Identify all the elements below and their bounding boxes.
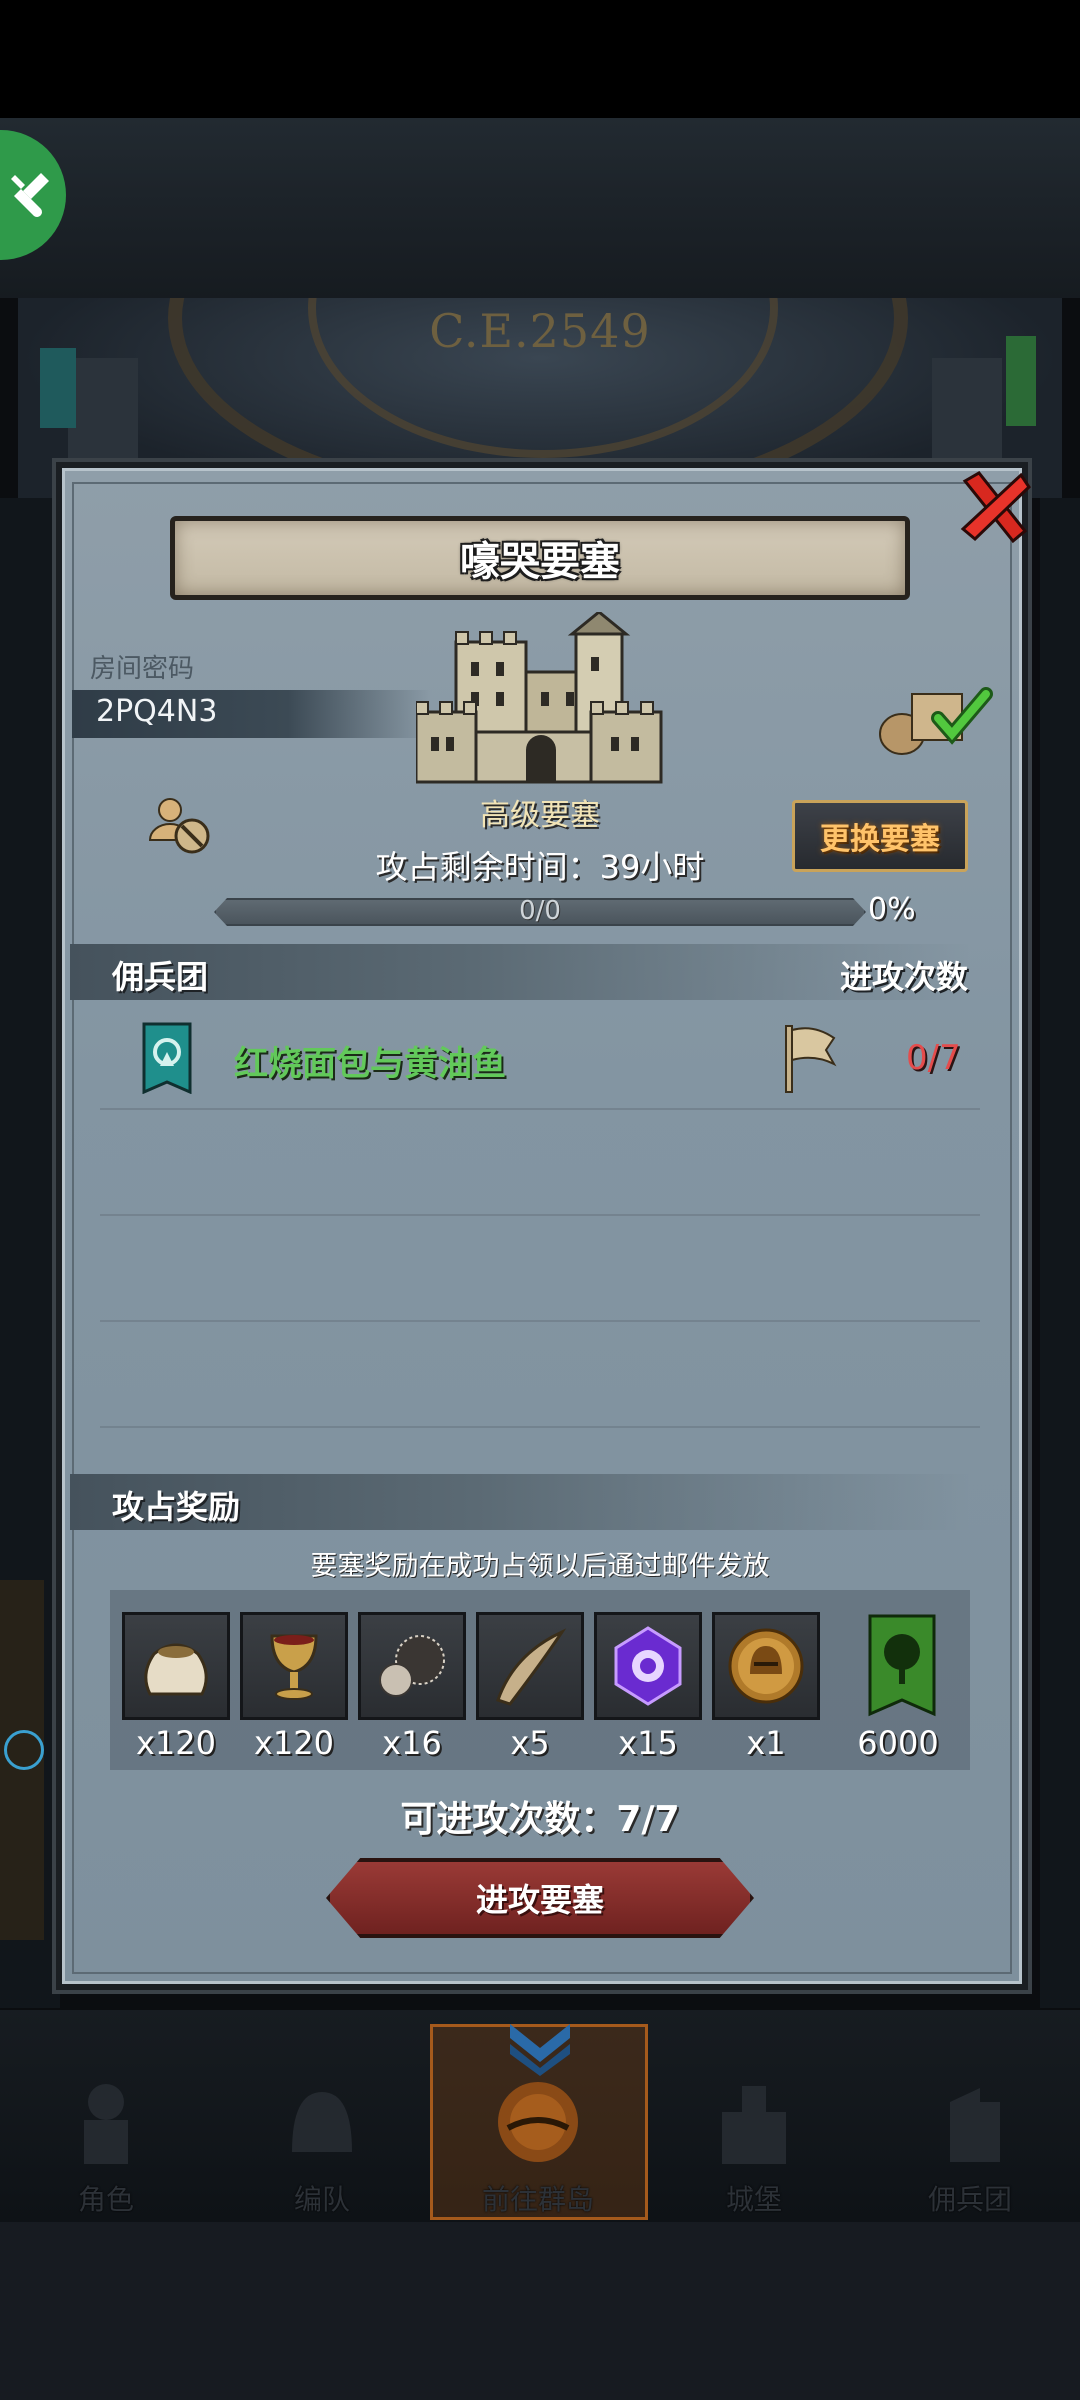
room-password-label: 房间密码 [90, 654, 195, 684]
nav-label: 角色 [77, 2183, 134, 2216]
flag-icon [785, 1025, 837, 1093]
available-attacks: 可进攻次数：7/7 [400, 1799, 680, 1840]
supply-check-icon[interactable] [874, 680, 1004, 760]
wrench-icon [11, 173, 49, 217]
reward-qty: x120 [253, 1724, 334, 1762]
knight-icon [84, 2084, 128, 2164]
attack-count-header: 进攻次数 [839, 958, 968, 996]
goblet-icon [270, 1634, 318, 1700]
era-label: C.E.2549 [429, 304, 651, 358]
mercenary-row[interactable]: 红烧面包与黄油鱼 0/7 [100, 1010, 980, 1110]
truffle-icon [379, 1635, 445, 1697]
reward-qty: x15 [618, 1724, 678, 1762]
helmet-icon [292, 2092, 352, 2152]
mercenary-attack-count: 0/7 [906, 1038, 961, 1078]
fortress-castle-icon [416, 612, 663, 784]
compass-icon [498, 2082, 578, 2162]
helmet-coin-icon [728, 1628, 804, 1704]
rewards-header: 攻占奖励 [112, 1488, 241, 1526]
sack-icon [144, 1643, 208, 1696]
reward-crystal[interactable] [594, 1612, 702, 1720]
reward-qty: 6000 [857, 1724, 939, 1762]
reward-truffle[interactable] [358, 1612, 466, 1720]
close-icon [960, 471, 1031, 544]
status-bar [0, 0, 1080, 118]
guild-banner-icon [142, 1022, 192, 1094]
reward-goblet[interactable] [240, 1612, 348, 1720]
horn-icon [496, 1628, 567, 1706]
reward-qty: x1 [746, 1724, 786, 1762]
change-fortress-button[interactable]: 更换要塞 [792, 800, 968, 872]
reward-tree-banner[interactable] [848, 1612, 956, 1720]
bottom-base [0, 2222, 1080, 2400]
nav-item-castle[interactable]: 城堡 [654, 2050, 854, 2218]
mercenary-header: 佣兵团 [112, 958, 209, 996]
search-icon[interactable] [4, 1730, 44, 1770]
reward-qty: x5 [510, 1724, 550, 1762]
nav-item-formation[interactable]: 编队 [222, 2050, 422, 2218]
progress-percent: 0% [868, 892, 916, 927]
castle-icon [722, 2086, 786, 2164]
popup-title: 嚎哭要塞 [460, 539, 620, 585]
reward-horn[interactable] [476, 1612, 584, 1720]
attack-fortress-button[interactable]: 进攻要塞 [326, 1858, 754, 1938]
no-visitor-icon[interactable] [146, 790, 216, 860]
reward-sack[interactable] [122, 1612, 230, 1720]
purple-crystal-icon [614, 1626, 682, 1706]
capture-time-remaining: 攻占剩余时间：39小时 [375, 848, 705, 886]
reward-helmet-coin[interactable] [712, 1612, 820, 1720]
reward-note: 要塞奖励在成功占领以后通过邮件发放 [310, 1551, 770, 1582]
mercenary-name: 红烧面包与黄油鱼 [234, 1044, 506, 1084]
nav-item-mercenary[interactable]: 佣兵团 [870, 2050, 1070, 2218]
room-code[interactable]: 2PQ4N3 [96, 694, 217, 729]
nav-label: 编队 [293, 2183, 350, 2216]
nav-item-character[interactable]: 角色 [6, 2050, 206, 2218]
fortress-type: 高级要塞 [480, 798, 600, 833]
reward-qty: x16 [382, 1724, 442, 1762]
title-plate: 嚎哭要塞 [170, 516, 910, 600]
progress-count: 0/0 [519, 896, 561, 926]
close-button[interactable] [950, 462, 1040, 552]
nav-label: 城堡 [725, 2183, 782, 2216]
reward-qty: x120 [135, 1724, 216, 1762]
side-panel-right [1040, 498, 1080, 2008]
row-divider [100, 1108, 980, 1110]
top-band [0, 118, 1080, 298]
nav-label: 佣兵团 [927, 2183, 1012, 2216]
row-divider [100, 1426, 980, 1428]
row-divider [100, 1320, 980, 1322]
nav-label: 前往群岛 [481, 2183, 594, 2216]
mercenary-icon [950, 2088, 1000, 2162]
attack-fortress-label: 进攻要塞 [475, 1881, 604, 1919]
row-divider [100, 1214, 980, 1216]
nav-item-islands[interactable]: 前往群岛 [438, 2050, 638, 2218]
tree-banner-icon [868, 1614, 936, 1717]
